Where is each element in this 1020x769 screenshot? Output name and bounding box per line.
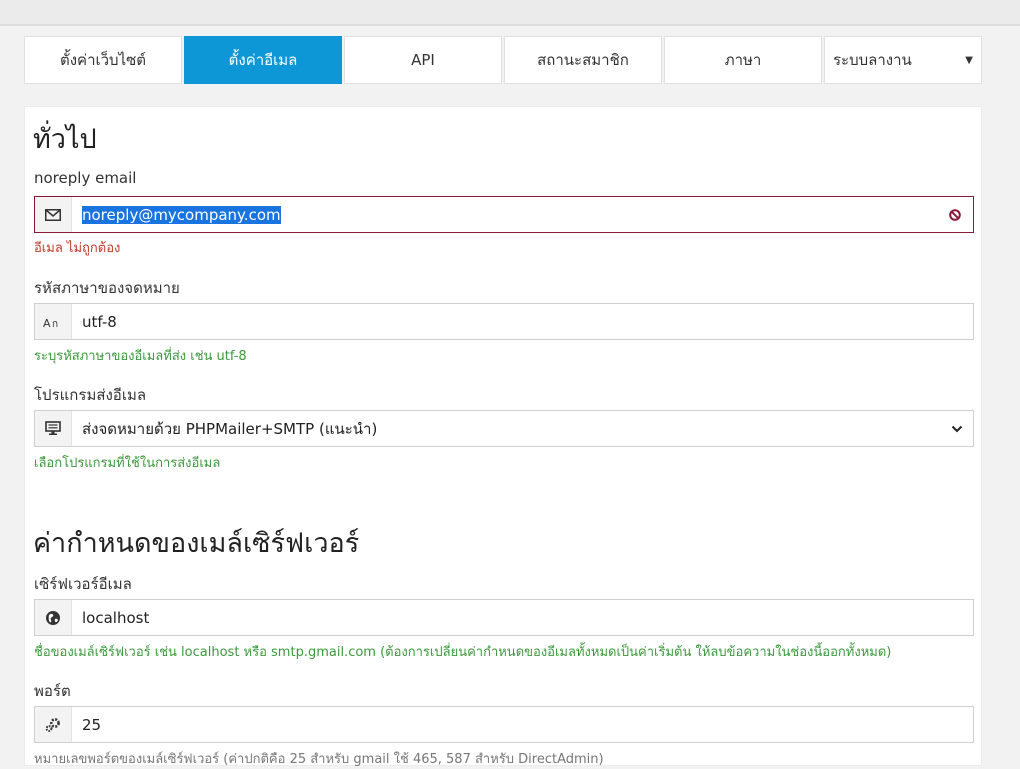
- mailer-selected-value: ส่งจดหมายด้วย PHPMailer+SMTP (แนะนำ): [82, 419, 378, 438]
- top-bar: [0, 0, 1020, 26]
- noreply-email-error: อีเมล ไม่ถูกต้อง: [34, 241, 121, 256]
- mail-server-hint: ชื่อของเมล์เซิร์ฟเวอร์ เช่น localhost หร…: [34, 645, 892, 660]
- invalid-icon: [943, 208, 967, 221]
- port-hint: หมายเลขพอร์ตของเมล์เซิร์ฟเวอร์ (ค่าปกติค…: [34, 752, 604, 767]
- port-field[interactable]: 25: [34, 706, 974, 743]
- mail-server-field[interactable]: localhost: [34, 599, 974, 636]
- chevron-down-icon: [945, 425, 969, 433]
- globe-icon: [35, 600, 72, 635]
- language-icon: Aก: [35, 304, 72, 339]
- tab-leave-system-dropdown[interactable]: ระบบลางาน ▼: [824, 36, 982, 84]
- tab-email-settings[interactable]: ตั้งค่าอีเมล: [184, 36, 342, 84]
- svg-text:ก: ก: [52, 319, 58, 329]
- email-settings-panel: ทั่วไป noreply email noreply@mycompany.c…: [24, 106, 982, 767]
- mailer-hint: เลือกโปรแกรมที่ใช้ในการส่งอีเมล: [34, 456, 221, 471]
- gears-icon: [35, 707, 72, 742]
- tab-api[interactable]: API: [344, 36, 502, 84]
- charset-hint: ระบุรหัสภาษาของอีเมลที่ส่ง เช่น utf-8: [34, 349, 247, 364]
- port-label: พอร์ต: [34, 682, 71, 700]
- noreply-email-input[interactable]: noreply@mycompany.com: [72, 205, 943, 224]
- mail-server-label: เซิร์ฟเวอร์อีเมล: [34, 575, 132, 593]
- section-title-general: ทั่วไป: [33, 124, 97, 155]
- noreply-email-label: noreply email: [34, 169, 137, 187]
- mail-server-input[interactable]: localhost: [72, 609, 973, 627]
- svg-text:A: A: [43, 317, 51, 329]
- tab-member-status[interactable]: สถานะสมาชิก: [504, 36, 662, 84]
- computer-icon: [35, 411, 72, 446]
- charset-field[interactable]: Aก utf-8: [34, 303, 974, 340]
- mailer-label: โปรแกรมส่งอีเมล: [34, 386, 147, 404]
- charset-label: รหัสภาษาของจดหมาย: [34, 279, 180, 297]
- mailer-select[interactable]: ส่งจดหมายด้วย PHPMailer+SMTP (แนะนำ): [34, 410, 974, 447]
- noreply-email-value: noreply@mycompany.com: [82, 205, 281, 224]
- charset-input[interactable]: utf-8: [72, 313, 973, 331]
- caret-down-icon: ▼: [965, 54, 973, 66]
- tab-language[interactable]: ภาษา: [664, 36, 822, 84]
- tab-website-settings[interactable]: ตั้งค่าเว็บไซต์: [24, 36, 182, 84]
- settings-tabs: ตั้งค่าเว็บไซต์ ตั้งค่าอีเมล API สถานะสม…: [24, 36, 982, 84]
- tab-leave-system-label: ระบบลางาน: [833, 51, 912, 69]
- envelope-icon: [35, 197, 72, 232]
- section-title-server: ค่ากำหนดของเมล์เซิร์ฟเวอร์: [33, 528, 360, 559]
- noreply-email-field[interactable]: noreply@mycompany.com: [34, 196, 974, 233]
- port-input[interactable]: 25: [72, 716, 973, 734]
